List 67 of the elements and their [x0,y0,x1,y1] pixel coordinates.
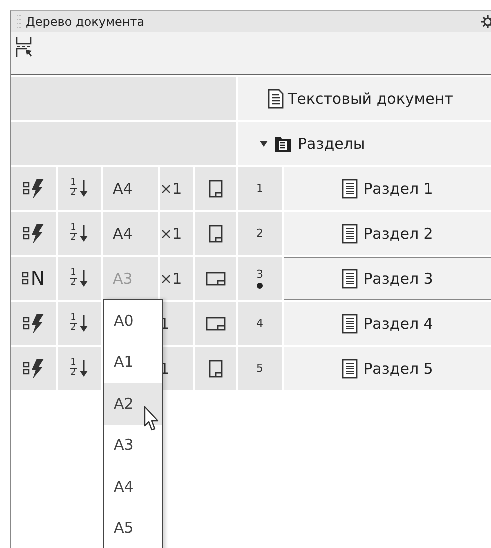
document-icon [342,358,358,378]
fraction-top: 1 [70,179,76,188]
section-row[interactable]: Раздел 4 [284,302,491,345]
fraction-top: 1 [70,224,76,233]
pages-icon [22,272,30,286]
section-number: 1 [256,182,264,195]
fraction-top: 1 [70,269,76,278]
mode-cell[interactable]: N [11,257,56,300]
lightning-icon [32,224,44,244]
sections-node-title[interactable]: Разделы [298,134,366,152]
portrait-page-icon[interactable] [208,360,222,378]
down-arrow-icon [79,224,89,242]
section-row[interactable]: Раздел 5 [284,347,491,390]
pages-icon [23,362,31,376]
lightning-icon [32,358,44,378]
page-break-icon[interactable] [16,36,34,58]
portrait-page-icon[interactable] [208,180,222,198]
folder-icon [274,134,292,152]
pages-icon [23,226,31,240]
expanded-triangle-icon[interactable] [260,140,268,148]
pages-icon [23,182,31,196]
section-number: 2 [256,227,264,240]
settings-icon[interactable] [481,14,491,28]
section-number: 5 [256,362,264,375]
panel-title: Дерево документа [26,14,146,28]
section-name: Раздел 3 [364,270,434,288]
format-option[interactable]: A4 [104,466,162,508]
landscape-page-icon[interactable] [206,316,226,330]
document-icon [342,268,358,288]
down-arrow-icon [79,360,89,378]
fraction-top: 1 [70,314,76,323]
format-value[interactable]: A4 [113,180,133,198]
portrait-page-icon[interactable] [208,224,222,242]
section-row[interactable]: Раздел 3 [284,257,491,300]
mode-cell[interactable] [11,167,56,210]
landscape-page-icon[interactable] [206,272,226,286]
format-option[interactable]: A0 [104,300,162,342]
mode-cell[interactable] [11,347,56,390]
format-option[interactable]: A1 [104,342,162,383]
section-name: Раздел 2 [364,224,434,242]
format-option[interactable]: A3 [104,424,162,466]
mode-cell[interactable] [11,302,56,345]
format-option[interactable]: A5 [104,508,162,548]
lightning-icon [32,178,44,198]
section-number: 3 [256,268,264,281]
fraction-top: 1 [70,359,76,368]
pages-icon [23,316,31,330]
section-number: 4 [256,317,264,330]
section-row[interactable]: Раздел 2 [284,212,491,255]
document-icon [342,178,358,198]
down-arrow-icon [79,270,89,288]
document-icon [268,88,284,108]
down-arrow-icon [79,180,89,198]
section-name: Раздел 4 [364,314,434,332]
document-icon [342,314,358,334]
format-option[interactable]: A2 [104,383,162,424]
mode-cell[interactable] [11,212,56,255]
section-name: Раздел 1 [364,180,434,198]
lightning-icon [32,314,44,334]
down-arrow-icon [79,314,89,332]
format-value[interactable]: A4 [113,224,133,242]
section-row[interactable]: Раздел 1 [284,167,491,210]
document-icon [342,224,358,244]
marker-dot [257,283,263,289]
mode-letter: N [30,268,46,290]
section-name: Раздел 5 [364,360,434,378]
grip-icon[interactable] [17,14,21,28]
